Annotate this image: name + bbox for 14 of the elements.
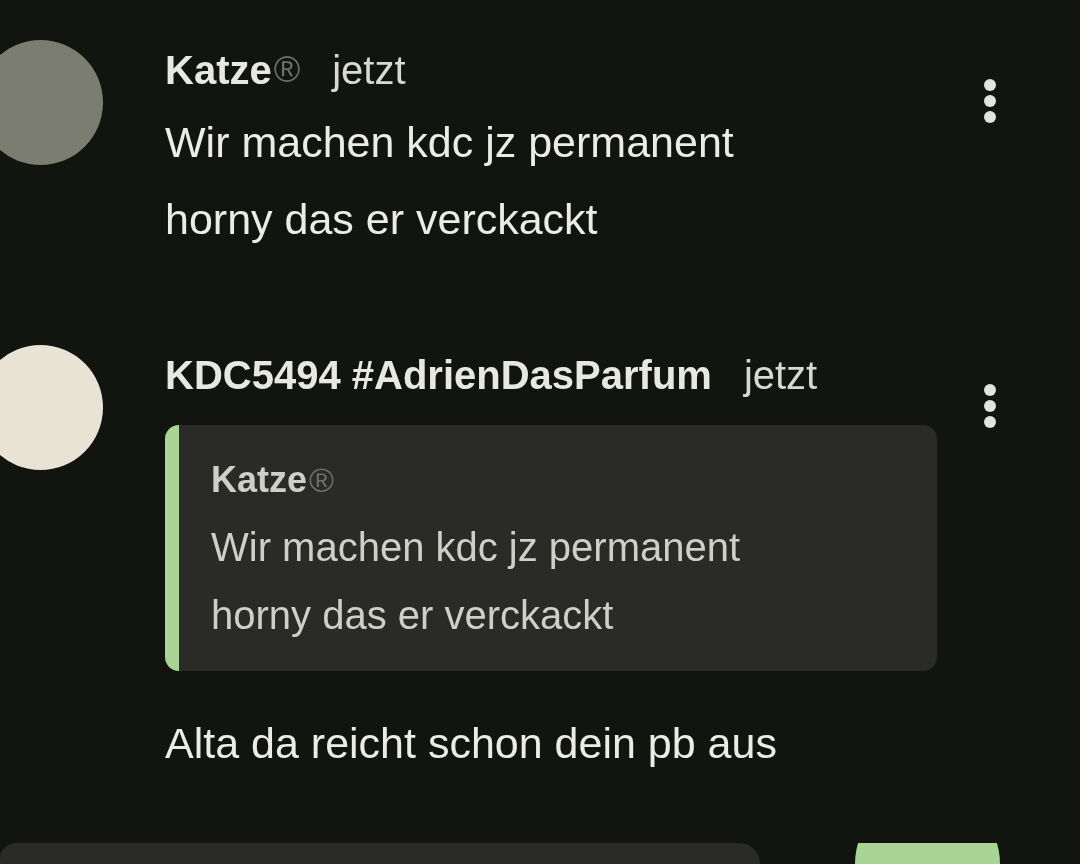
quoted-message[interactable]: Katze® Wir machen kdc jz permanent horny das er verckackt	[165, 425, 937, 671]
message-text: Wir machen kdc jz permanent horny das er verckackt	[165, 117, 735, 245]
quoted-text: Wir machen kdc jz permanent horny das er verckackt	[211, 524, 742, 639]
timestamp: jetzt	[332, 47, 406, 94]
message-input-field[interactable]	[0, 843, 760, 864]
quoted-author: Katze	[211, 458, 308, 502]
more-options-icon[interactable]	[983, 78, 997, 124]
message-text: Alta da reicht schon dein pb aus	[165, 718, 778, 769]
author-name[interactable]: KDC5494 #AdrienDasParfum	[165, 345, 712, 405]
registered-mark: ®	[309, 459, 335, 501]
timestamp: jetzt	[743, 352, 818, 399]
registered-mark: ®	[273, 48, 301, 92]
more-options-icon[interactable]	[983, 383, 997, 429]
author-name[interactable]: Katze	[165, 40, 272, 100]
